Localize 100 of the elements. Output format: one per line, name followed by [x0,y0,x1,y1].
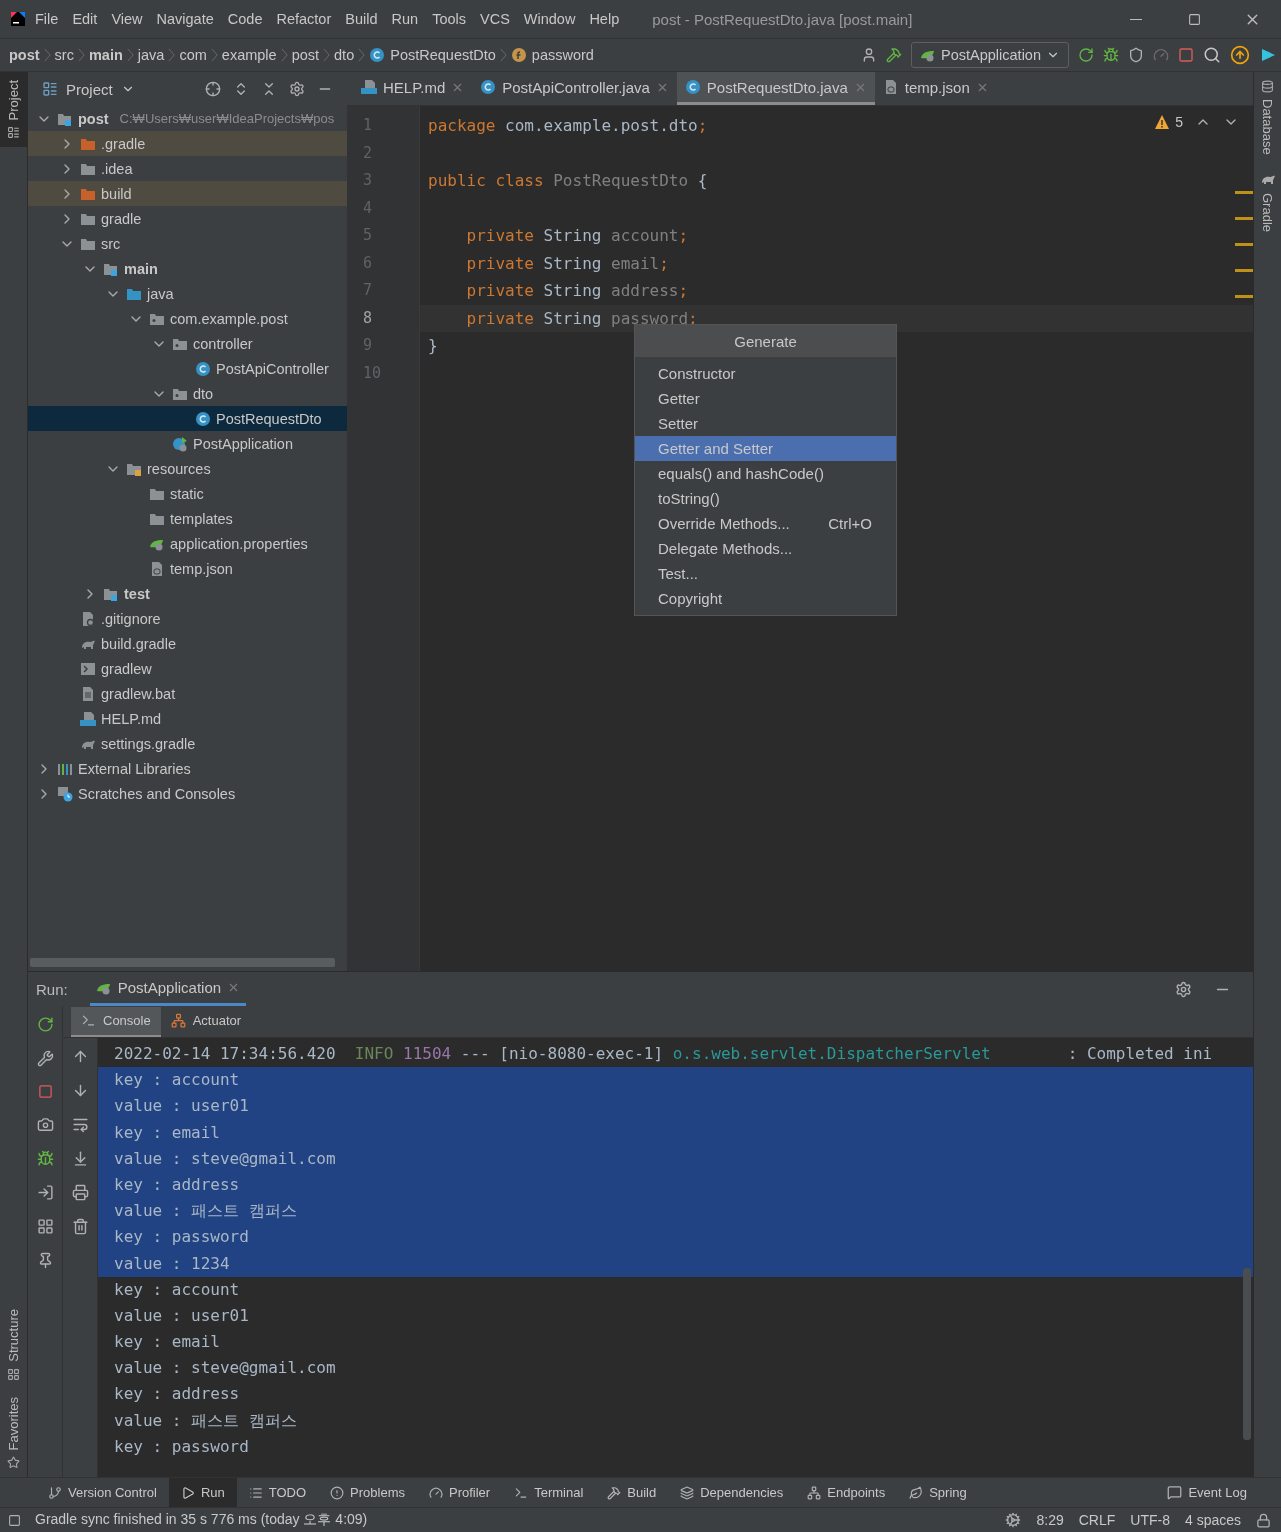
tree-item[interactable]: temp.json [28,556,347,581]
breadcrumb[interactable]: com [178,47,208,63]
tree-item[interactable]: .gradle [28,131,347,156]
menu-item[interactable]: Tools [425,11,473,27]
breadcrumb[interactable]: post [8,47,41,63]
tree-item[interactable]: .gitignore [28,606,347,631]
tree-item[interactable]: application.properties [28,531,347,556]
warning-marker[interactable] [1235,295,1253,298]
scrollbar[interactable] [1243,1268,1251,1440]
tree-item[interactable]: HELP.md [28,706,347,731]
rerun-icon[interactable] [1078,47,1094,63]
menu-item[interactable]: Test... [635,561,896,586]
tool-window-button[interactable]: Spring [897,1477,979,1508]
editor-tab[interactable]: HELP.md [353,72,473,105]
warning-marker[interactable] [1235,191,1253,194]
menu-item[interactable]: Copyright [635,586,896,611]
indent-setting[interactable]: 4 spaces [1184,1512,1241,1528]
tool-window-tab[interactable]: Database [1254,72,1281,163]
tree-item[interactable]: dto [28,381,347,406]
tree-item[interactable]: gradlew [28,656,347,681]
tree-item[interactable]: com.example.post [28,306,347,331]
breadcrumb[interactable]: dto [333,47,356,63]
tool-window-button[interactable]: Problems [318,1477,417,1508]
line-separator[interactable]: CRLF [1078,1512,1116,1528]
menu-item[interactable]: Help [582,11,627,27]
scrollbar[interactable] [30,958,335,967]
menu-item[interactable]: View [104,11,150,27]
tool-window-button[interactable]: Run [168,1477,237,1508]
menu-item[interactable]: toString() [635,486,896,511]
tool-window-button[interactable]: Terminal [502,1477,596,1508]
trash-icon[interactable] [71,1218,89,1235]
menu-item[interactable]: Constructor [635,361,896,386]
tree-item[interactable]: main [28,256,347,281]
menu-item[interactable]: Delegate Methods... [635,536,896,561]
warning-count[interactable]: 5 [1154,114,1183,130]
menu-item[interactable]: Navigate [149,11,221,27]
crosshair-icon[interactable] [205,81,221,97]
tool-window-tab[interactable]: Structure [0,1300,27,1389]
tree-item[interactable]: java [28,281,347,306]
editor-tab[interactable]: temp.json [874,72,997,105]
menu-item[interactable]: Refactor [269,11,339,27]
console-tab[interactable]: Actuator [160,1006,252,1037]
hammer-icon[interactable] [886,47,903,63]
menu-item[interactable]: VCS [473,11,517,27]
menu-item[interactable]: Setter [635,411,896,436]
tool-window-tab[interactable]: Favorites [0,1388,27,1477]
tool-window-button[interactable]: Endpoints [795,1477,898,1508]
coverage-icon[interactable] [1128,47,1144,63]
settings-icon[interactable] [289,81,305,97]
tree-item[interactable]: gradle [28,206,347,231]
breadcrumb[interactable]: PostRequestDto [368,47,497,63]
exit-icon[interactable] [36,1184,54,1201]
menu-item[interactable]: equals() and hashCode() [635,461,896,486]
tree-item[interactable]: build [28,181,347,206]
cursor-position[interactable]: 8:29 [1036,1512,1064,1528]
console-tab[interactable]: Console [71,1006,161,1037]
wrench-icon[interactable] [36,1050,54,1067]
debug-icon[interactable] [1103,47,1119,63]
tree-item[interactable]: PostRequestDto [28,406,347,431]
tree-item[interactable]: PostApiController [28,356,347,381]
layout-icon[interactable] [36,1218,54,1235]
gear-icon[interactable] [1005,1512,1022,1528]
project-view-dropdown[interactable]: Project [42,80,135,98]
tool-window-button[interactable]: Version Control [36,1477,169,1508]
update-icon[interactable] [1230,45,1250,65]
tree-item[interactable]: build.gradle [28,631,347,656]
encoding[interactable]: UTF-8 [1130,1512,1170,1528]
tool-window-button[interactable]: Build [595,1477,669,1508]
camera-icon[interactable] [36,1116,54,1133]
tree-item[interactable]: post C:₩Users₩user₩IdeaProjects₩pos [28,106,347,131]
tool-window-tab[interactable]: Project [0,72,27,148]
tree-item[interactable]: resources [28,456,347,481]
search-icon[interactable] [1203,46,1221,64]
tree-item[interactable]: templates [28,506,347,531]
tree-item[interactable]: gradlew.bat [28,681,347,706]
breadcrumb[interactable]: example [220,47,278,63]
tool-window-tab[interactable]: Gradle [1254,162,1281,240]
breadcrumb[interactable]: main [87,47,124,63]
tree-item[interactable]: PostApplication [28,431,347,456]
tree-item[interactable]: test [28,581,347,606]
menu-item[interactable]: Code [220,11,270,27]
menu-item[interactable]: Getter [635,386,896,411]
warning-marker[interactable] [1235,243,1253,246]
tree-item[interactable]: Scratches and Consoles [28,781,347,806]
tool-window-button[interactable]: TODO [236,1477,319,1508]
tree-item[interactable]: .idea [28,156,347,181]
rerun-icon[interactable] [36,1016,54,1033]
printer-icon[interactable] [71,1184,89,1201]
menu-item[interactable]: Window [516,11,583,27]
tree-item[interactable]: External Libraries [28,756,347,781]
tree-item[interactable]: src [28,231,347,256]
menu-item[interactable]: File [28,11,66,27]
breadcrumb[interactable]: src [53,47,75,63]
warning-marker[interactable] [1235,269,1253,272]
editor-tab[interactable]: PostRequestDto.java [676,72,875,105]
panel-toggle-icon[interactable] [8,1513,21,1527]
menu-item[interactable]: Run [384,11,426,27]
tree-item[interactable]: static [28,481,347,506]
breadcrumb[interactable]: java [136,47,166,63]
settings-icon[interactable] [1175,980,1192,998]
